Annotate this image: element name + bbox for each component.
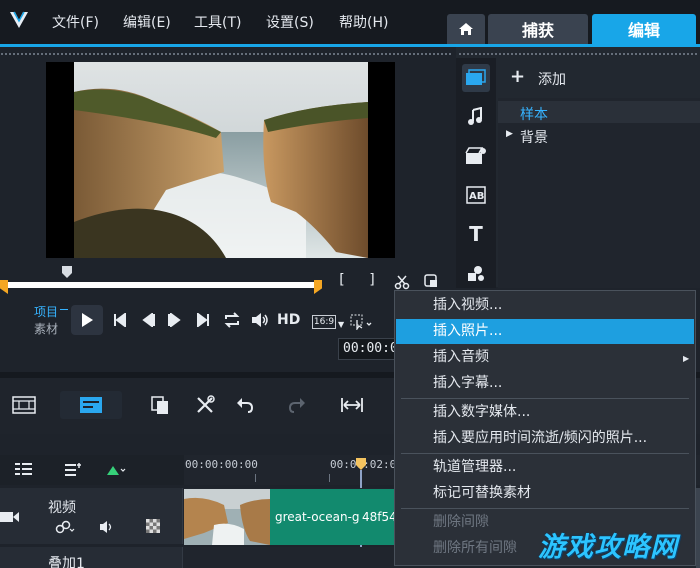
storyboard-view-icon[interactable] — [12, 396, 36, 414]
graphics-library-tab[interactable] — [462, 259, 490, 287]
tab-home[interactable] — [447, 14, 485, 44]
ruler-tick — [329, 474, 330, 482]
pointer-mode-icon[interactable] — [350, 314, 376, 330]
transition-library-tab[interactable]: AB — [462, 181, 490, 209]
overlay-track-header — [0, 547, 183, 568]
menu-separator — [401, 508, 689, 509]
app-window: 文件(F) 编辑(E) 工具(T) 设置(S) 帮助(H) 捕获 编辑 [] … — [0, 0, 700, 568]
menu-separator — [401, 453, 689, 454]
menu-track-manager[interactable]: 轨道管理器... — [396, 455, 694, 480]
menu-insert-digital-media[interactable]: 插入数字媒体... — [396, 400, 694, 425]
go-end-icon[interactable] — [196, 313, 210, 327]
add-track-icon[interactable] — [106, 464, 126, 476]
menu-insert-video[interactable]: 插入视频... — [396, 293, 694, 318]
mark-in-button[interactable]: [ — [335, 272, 349, 288]
menu-edit[interactable]: 编辑(E) — [123, 12, 171, 32]
track-mute-icon[interactable] — [99, 520, 115, 534]
submenu-arrow-icon: ▶ — [683, 354, 690, 363]
undo-icon[interactable] — [236, 397, 254, 413]
mark-out-button[interactable]: ] — [365, 272, 379, 288]
previous-frame-icon[interactable] — [142, 313, 156, 327]
menu-insert-subtitle[interactable]: 插入字幕... — [396, 371, 694, 396]
add-folder-button[interactable]: 添加 — [538, 69, 566, 89]
media-library-tab[interactable] — [462, 64, 490, 92]
track-transparency-icon[interactable] — [146, 519, 160, 533]
next-frame-icon[interactable] — [167, 313, 181, 327]
video-track-header — [0, 488, 183, 544]
expand-arrow-icon[interactable]: ▶ — [506, 129, 513, 139]
menu-help[interactable]: 帮助(H) — [339, 12, 388, 32]
ruler-time-start: 00:00:00:00 — [185, 458, 258, 471]
transition-ab-icon: AB — [466, 186, 486, 204]
video-track-label: 视频 — [48, 500, 76, 516]
timecode-display[interactable]: 00:00:0 — [338, 338, 398, 360]
scissors-icon[interactable] — [394, 274, 410, 290]
scrubber-handle[interactable] — [61, 265, 73, 279]
overlay-track-label: 叠加1 — [48, 556, 85, 568]
clip-thumbnail-image — [184, 489, 270, 545]
clip-filename: great-ocean-g — [275, 510, 360, 524]
timeline-view-icon — [80, 397, 102, 413]
timeline-view-button[interactable] — [60, 391, 122, 419]
library-grip — [458, 52, 698, 56]
title-t-icon: T — [469, 222, 483, 246]
music-note-icon — [468, 107, 482, 125]
player-grip — [0, 52, 452, 56]
add-icon[interactable]: + — [510, 66, 525, 87]
copy-attributes-icon[interactable] — [150, 395, 170, 415]
home-icon — [459, 23, 473, 35]
library-item-background[interactable]: 背景 — [520, 127, 548, 147]
preview-image — [46, 62, 395, 259]
scrub-bar[interactable] — [2, 282, 322, 288]
play-button[interactable] — [71, 305, 103, 335]
graphics-icon — [468, 266, 484, 281]
menu-file[interactable]: 文件(F) — [52, 12, 99, 32]
app-logo-icon — [10, 11, 28, 28]
fit-timeline-icon[interactable] — [340, 397, 364, 413]
tab-edit[interactable]: 编辑 — [592, 14, 696, 44]
watermark-logo: 游戏攻略网 — [538, 532, 678, 563]
video-preview[interactable] — [46, 62, 395, 259]
ruler-tick — [255, 474, 256, 482]
title-library-tab[interactable]: T — [462, 220, 490, 248]
menu-insert-photo[interactable]: 插入照片... — [396, 319, 694, 344]
aspect-ratio-button[interactable]: 16:9 — [312, 315, 336, 329]
mode-project[interactable]: 项目 — [34, 303, 58, 320]
audio-library-tab[interactable] — [462, 103, 490, 131]
link-icon[interactable] — [55, 520, 75, 534]
svg-text:AB: AB — [469, 191, 484, 202]
track-manager-icon[interactable] — [14, 462, 34, 478]
chapter-marker-icon[interactable] — [64, 462, 84, 478]
clapper-icon — [465, 147, 486, 164]
media-icon — [466, 69, 486, 85]
menu-separator — [401, 398, 689, 399]
volume-icon[interactable] — [251, 312, 269, 328]
timeline-scrollbar[interactable] — [696, 488, 700, 568]
repeat-icon[interactable] — [223, 312, 241, 328]
mode-clip[interactable]: 素材 — [34, 320, 58, 337]
aspect-dropdown-icon[interactable]: ▼ — [338, 320, 344, 329]
hd-toggle[interactable]: HD — [277, 312, 300, 328]
menu-settings[interactable]: 设置(S) — [266, 12, 314, 32]
menu-tools[interactable]: 工具(T) — [194, 12, 241, 32]
menu-mark-replaceable[interactable]: 标记可替换素材 — [396, 481, 694, 506]
enlarge-preview-icon[interactable] — [423, 273, 439, 289]
tools-icon[interactable] — [195, 395, 215, 415]
menu-insert-audio[interactable]: 插入音频 — [396, 345, 694, 370]
go-start-icon[interactable] — [113, 313, 127, 327]
tab-capture[interactable]: 捕获 — [488, 14, 588, 44]
video-camera-icon — [0, 512, 19, 522]
clip-filename-tail: 48f54 — [362, 510, 397, 524]
library-sidebar — [456, 58, 496, 288]
clip-thumbnail[interactable] — [184, 489, 270, 545]
play-icon — [82, 313, 93, 327]
library-item-sample[interactable]: 样本 — [520, 104, 548, 124]
timeline-playhead-icon[interactable] — [354, 457, 368, 471]
redo-icon[interactable] — [288, 397, 306, 413]
instant-project-tab[interactable] — [462, 142, 490, 170]
menu-insert-timelapse-photos[interactable]: 插入要应用时间流逝/频闪的照片... — [396, 426, 694, 451]
mode-indicator — [60, 309, 68, 310]
